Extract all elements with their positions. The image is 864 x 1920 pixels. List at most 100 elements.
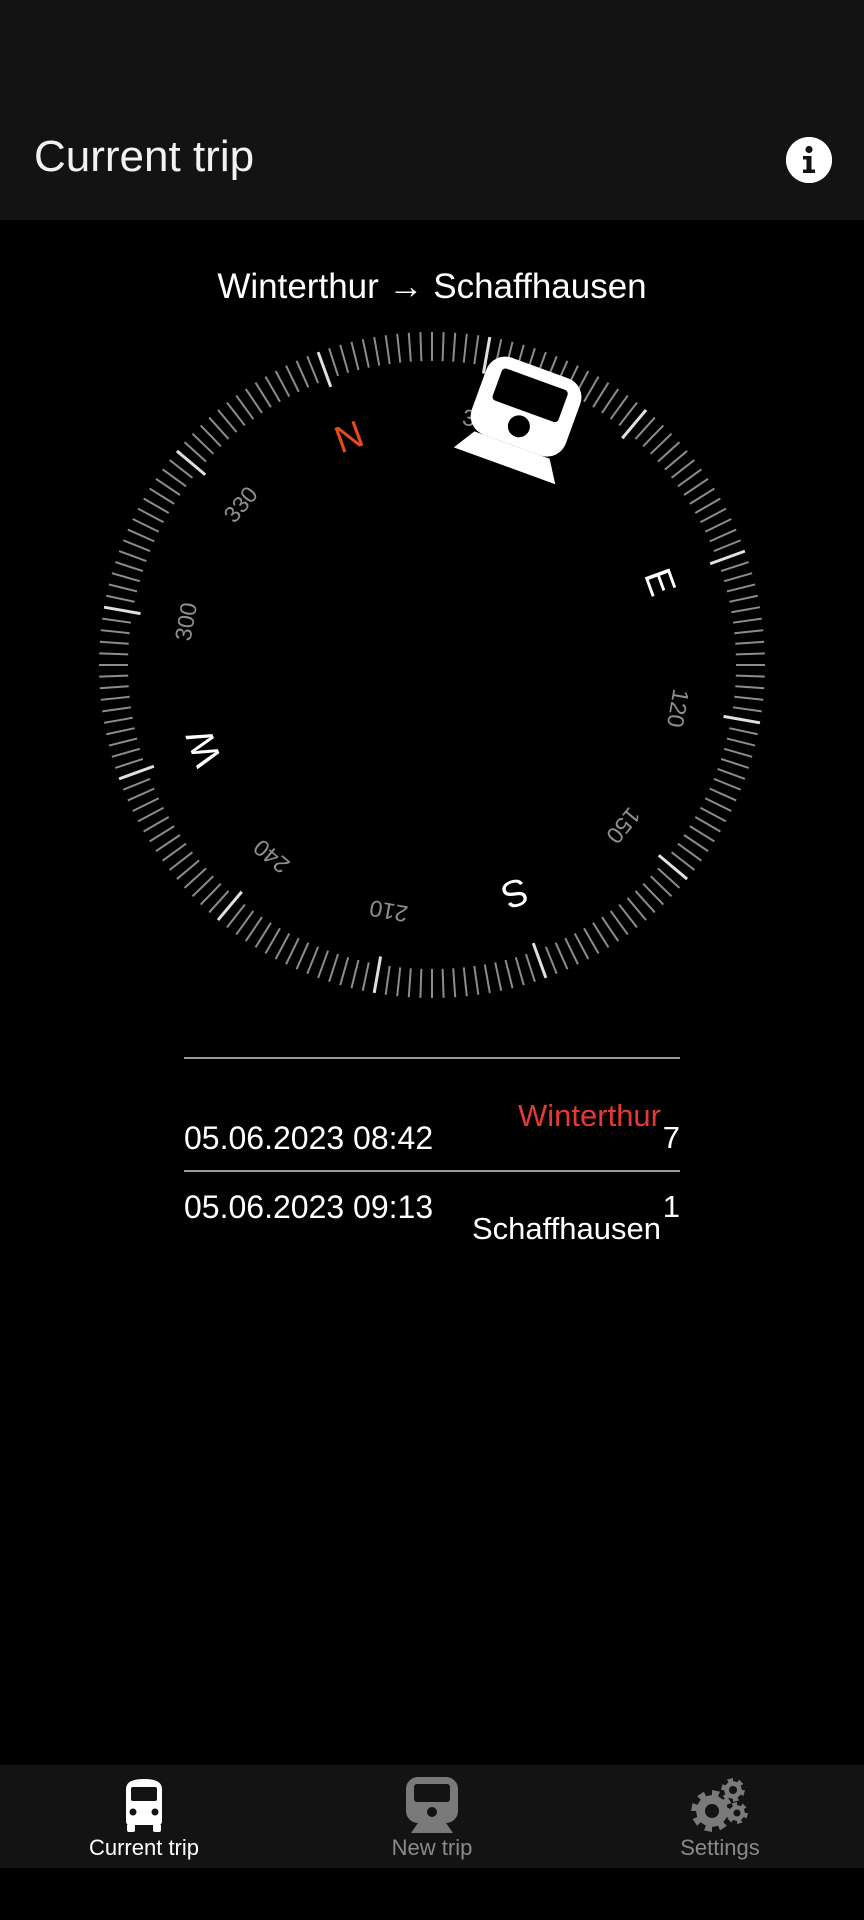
route-title: Winterthur → Schaffhausen: [217, 267, 647, 306]
compass-tick: [717, 768, 746, 780]
compass-tick: [127, 528, 155, 543]
compass-tick: [720, 561, 750, 573]
compass-tick: [670, 459, 696, 479]
compass-dial: N E S W 30 120 150 210 240 300 330: [99, 332, 765, 998]
degree-labels: 30 120 150 210 240 300 330: [170, 404, 695, 927]
compass-tick: [407, 332, 412, 362]
compass-tick: [407, 968, 412, 998]
north-label: N: [329, 413, 369, 462]
compass-tick: [108, 583, 138, 593]
compass-tick: [689, 825, 715, 843]
compass-tick: [244, 388, 263, 414]
compass-tick: [720, 757, 750, 769]
stop-row-arrival: 05.06.2023 09:13 Schaffhausen 1: [184, 1187, 680, 1247]
compass-tick: [694, 497, 721, 514]
departure-time: 05.06.2023 08:42: [184, 1120, 434, 1156]
compass-tick: [111, 747, 141, 758]
compass-tick: [328, 347, 340, 377]
compass-tick: [99, 674, 129, 678]
compass-tick: [99, 685, 129, 690]
compass-tick: [384, 335, 391, 365]
nav-new-trip[interactable]: New trip: [288, 1765, 576, 1868]
compass-tick: [419, 968, 423, 998]
compass-tick: [609, 395, 629, 420]
compass-tick: [162, 842, 187, 862]
compass-tick: [729, 727, 758, 736]
compass-tick: [609, 910, 629, 935]
compass-tick: [704, 797, 732, 812]
compass-tick: [264, 376, 281, 403]
nav-settings[interactable]: Settings: [576, 1765, 864, 1868]
compass-tick: [168, 851, 194, 871]
compass-tick: [102, 706, 132, 713]
compass-tick: [583, 927, 600, 954]
compass-tick: [295, 360, 310, 388]
compass-tick: [419, 332, 423, 362]
compass-tick: [254, 382, 272, 408]
compass-tick: [137, 507, 165, 524]
compass-tick: [462, 333, 468, 363]
south-label: S: [496, 868, 534, 916]
compass-tick: [339, 956, 350, 986]
compass-tick: [143, 497, 170, 514]
compass-tick: [592, 382, 610, 408]
compass-tick: [285, 937, 300, 965]
compass-tick: [103, 605, 141, 616]
compass-tick: [462, 967, 468, 997]
compass-tick: [132, 797, 160, 812]
compass-tick: [452, 332, 457, 362]
compass-tick: [384, 965, 391, 995]
degree-label-120: 120: [662, 687, 694, 729]
compass-tick: [732, 706, 762, 713]
nav-current-trip[interactable]: Current trip: [0, 1765, 288, 1868]
compass-tick: [285, 365, 300, 393]
compass-tick: [683, 477, 709, 496]
nav-label-new-trip: New trip: [391, 1835, 473, 1860]
compass-tick: [99, 652, 129, 656]
compass-tick: [554, 942, 569, 970]
compass-tick: [274, 932, 291, 960]
compass-tick: [149, 487, 175, 505]
compass-tick: [723, 747, 753, 758]
info-button[interactable]: [786, 137, 832, 183]
compass-tick: [683, 834, 709, 853]
compass-tick: [254, 922, 272, 948]
compass-tick: [709, 528, 737, 543]
compass-tick: [106, 727, 135, 736]
compass-tick: [295, 942, 310, 970]
compass-tick: [735, 652, 765, 656]
compass: N E S W 30 120 150 210 240 300 330: [97, 330, 767, 1000]
system-nav-area: [0, 1868, 864, 1920]
compass-tick: [677, 842, 702, 862]
compass-tick: [709, 549, 746, 566]
compass-tick: [573, 932, 590, 960]
compass-tick: [317, 950, 329, 979]
compass-tick: [726, 583, 756, 593]
compass-tick: [621, 408, 648, 440]
arrival-station: Schaffhausen: [471, 1211, 661, 1246]
compass-tick: [100, 695, 130, 701]
compass-tick: [709, 787, 737, 802]
cardinal-labels: N E S W: [179, 413, 684, 916]
compass-tick: [127, 787, 155, 802]
compass-tick: [713, 777, 742, 791]
compass-tick: [306, 946, 320, 975]
compass-tick: [162, 468, 187, 488]
compass-tick: [217, 409, 238, 433]
compass-tick: [143, 816, 170, 833]
arrival-time: 05.06.2023 09:13: [184, 1189, 434, 1225]
degree-label-210: 210: [367, 895, 409, 927]
compass-tick: [723, 572, 753, 583]
compass-tick: [441, 332, 445, 362]
gear-icon: [691, 1778, 748, 1832]
compass-tick: [452, 968, 457, 998]
east-label: E: [635, 563, 683, 601]
compass-tick: [689, 487, 715, 505]
compass-tick: [306, 355, 320, 384]
compass-tick: [531, 942, 548, 979]
compass-tick: [361, 962, 370, 991]
compass-tick: [155, 477, 181, 496]
app-bar: Current trip: [0, 103, 864, 220]
compass-tick: [735, 640, 765, 645]
compass-tick: [108, 737, 138, 747]
